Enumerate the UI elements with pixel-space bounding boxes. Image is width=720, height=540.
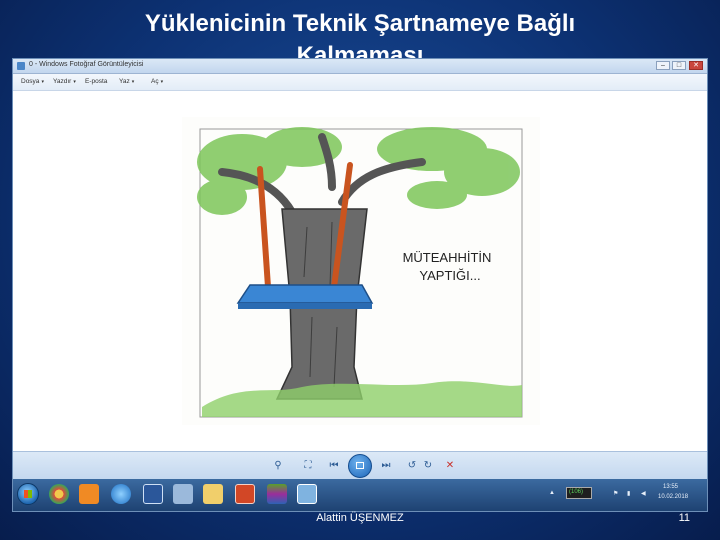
slideshow-icon	[356, 462, 364, 469]
photo-viewer-window: 0 - Windows Fotoğraf Görüntüleyicisi – □…	[12, 58, 708, 512]
minimize-button[interactable]: –	[656, 61, 670, 70]
viewer-control-bar: ⚲ ⛶ ⏮ ⏭ ↺ ↻ ✕	[13, 451, 707, 480]
previous-icon[interactable]: ⏮	[327, 459, 341, 473]
show-hidden-icons-icon[interactable]: ▲	[549, 490, 555, 496]
slide-title-line1: Yüklenicinin Teknik Şartnameye Bağlı	[144, 10, 576, 37]
menu-bar: Dosya ▾ Yazdır ▾ E-posta Yaz ▾ Aç ▾	[13, 74, 707, 91]
swing-seat	[236, 284, 374, 304]
window-titlebar[interactable]: 0 - Windows Fotoğraf Görüntüleyicisi – □…	[13, 59, 707, 74]
chevron-down-icon: ▾	[160, 79, 164, 85]
image-display-area: MÜTEAHHİTİN YAPTIĞI...	[13, 91, 707, 451]
close-button[interactable]: ✕	[689, 61, 703, 70]
folder-icon[interactable]	[203, 484, 223, 504]
chevron-down-icon: ▾	[131, 79, 135, 85]
clock-date[interactable]: 10.02.2018	[658, 494, 688, 500]
window-title: 0 - Windows Fotoğraf Görüntüleyicisi	[29, 61, 144, 68]
zoom-icon[interactable]: ⚲	[271, 459, 285, 473]
volume-icon[interactable]: ◀	[641, 490, 646, 497]
battery-icon[interactable]: (106)	[566, 487, 592, 499]
cartoon-caption-line1: MÜTEAHHİTİN	[403, 250, 492, 265]
start-button[interactable]	[17, 483, 39, 505]
fit-window-icon[interactable]: ⛶	[301, 459, 315, 473]
cartoon-caption-line2: YAPTIĞI...	[419, 268, 480, 283]
network-icon[interactable]	[173, 484, 193, 504]
delete-icon[interactable]: ✕	[443, 459, 457, 473]
action-center-icon[interactable]: ⚑	[613, 490, 618, 497]
windows-taskbar: ▲ (106) ⚑ ▮ ◀ 13:55 10.02.2018	[13, 479, 707, 511]
internet-explorer-icon[interactable]	[111, 484, 131, 504]
slide-page-number: 11	[678, 512, 690, 524]
slide-title: Yüklenicinin Teknik Şartnameye Bağlı Kal…	[60, 8, 660, 64]
media-player-icon[interactable]	[79, 484, 99, 504]
word-icon[interactable]	[143, 484, 163, 504]
menu-item-file[interactable]: Dosya ▾	[21, 78, 44, 85]
menu-item-print[interactable]: Yazdır ▾	[53, 78, 76, 85]
next-icon[interactable]: ⏭	[379, 459, 393, 473]
app-icon	[17, 62, 25, 70]
rotate-left-icon[interactable]: ↺	[405, 459, 419, 473]
menu-item-burn[interactable]: Yaz ▾	[119, 78, 134, 85]
swing-seat-edge	[238, 303, 372, 309]
network-tray-icon[interactable]: ▮	[627, 490, 630, 497]
chrome-icon[interactable]	[49, 484, 69, 504]
chevron-down-icon: ▾	[41, 79, 44, 85]
windows-logo-icon	[24, 490, 32, 498]
rotate-right-icon[interactable]: ↻	[421, 459, 435, 473]
menu-item-open[interactable]: Aç ▾	[151, 78, 163, 85]
clock-time[interactable]: 13:55	[663, 484, 678, 490]
slideshow-button[interactable]	[348, 454, 372, 478]
archive-icon[interactable]	[267, 484, 287, 504]
photo-viewer-icon[interactable]	[297, 484, 317, 504]
menu-item-email[interactable]: E-posta	[85, 78, 109, 85]
maximize-button[interactable]: □	[672, 61, 686, 70]
chevron-down-icon: ▾	[73, 79, 76, 85]
swing-tree-cartoon: MÜTEAHHİTİN YAPTIĞI...	[182, 117, 540, 425]
slide-author: Alattin ÜŞENMEZ	[316, 512, 404, 524]
powerpoint-icon[interactable]	[235, 484, 255, 504]
